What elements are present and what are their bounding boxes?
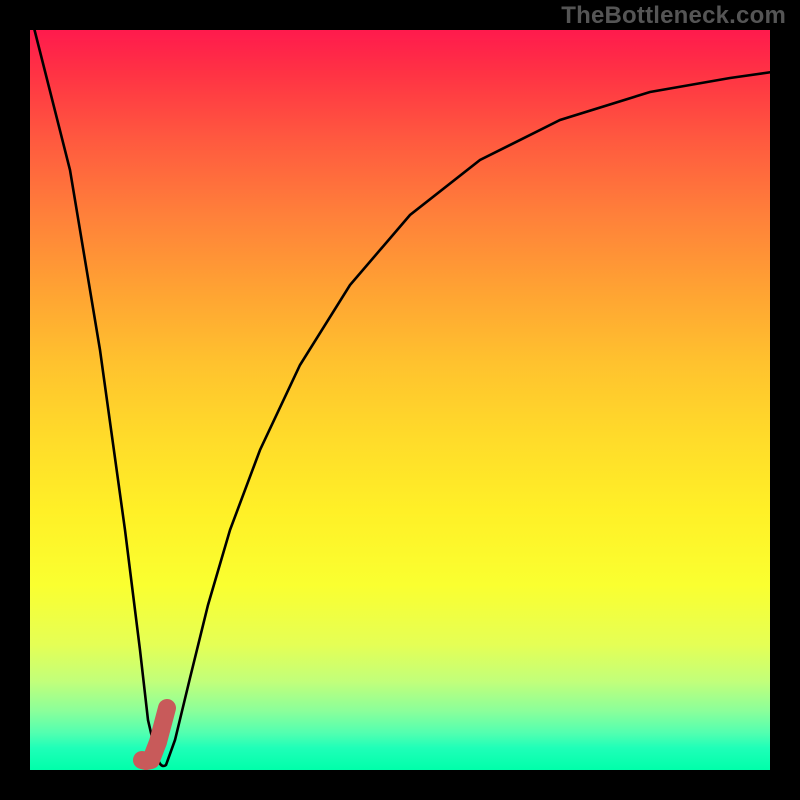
target-marker-path — [142, 708, 167, 761]
bottleneck-curve-path — [32, 20, 772, 766]
chart-container: TheBottleneck.com — [0, 0, 800, 800]
curve-layer — [30, 30, 770, 770]
watermark-text: TheBottleneck.com — [561, 2, 786, 30]
